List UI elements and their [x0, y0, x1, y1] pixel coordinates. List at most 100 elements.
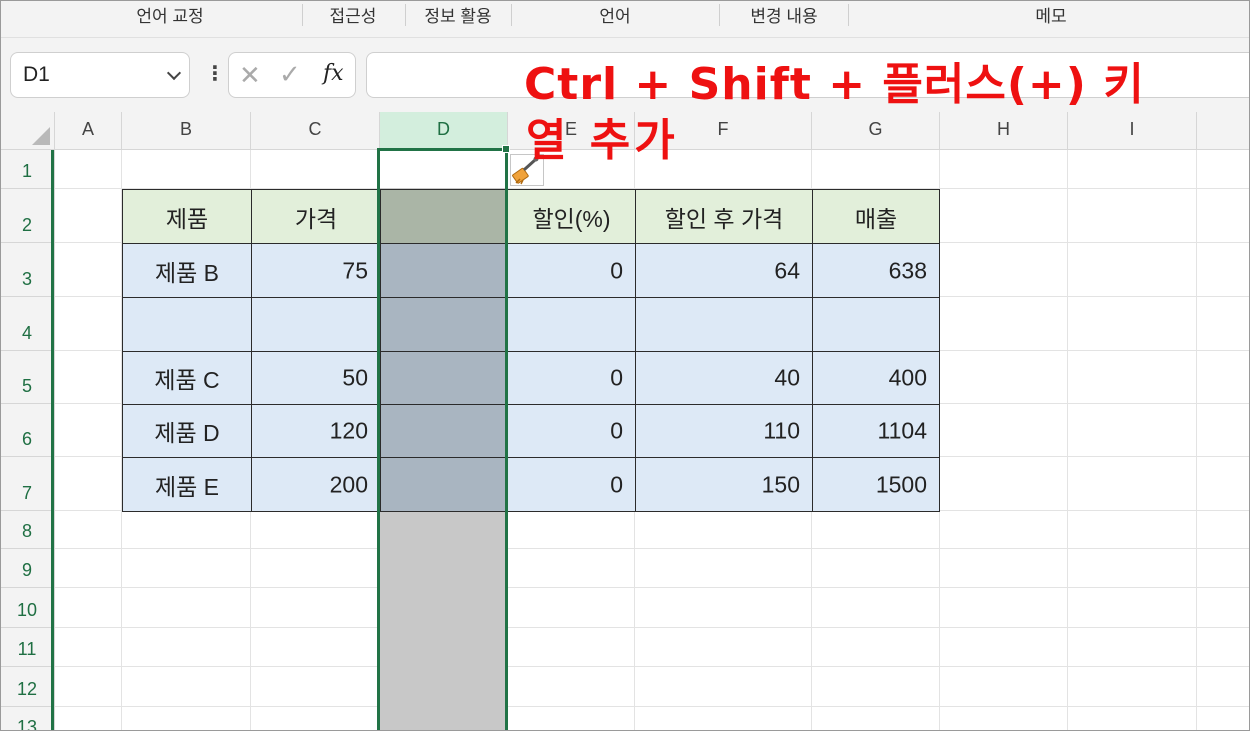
- cell-text: 할인 후 가격: [664, 205, 784, 232]
- column-header-h[interactable]: H: [940, 112, 1068, 150]
- table-cell[interactable]: 1104: [812, 404, 940, 458]
- cell-text: 120: [329, 417, 368, 444]
- fill-handle[interactable]: [502, 145, 510, 153]
- table-cell[interactable]: 제품 D: [122, 404, 252, 458]
- column-header-b[interactable]: B: [122, 112, 251, 150]
- insert-function-icon[interactable]: fx: [323, 61, 344, 86]
- table-cell[interactable]: 0: [507, 404, 636, 458]
- table-cell[interactable]: 40: [635, 351, 813, 405]
- row-header-label: 13: [16, 717, 38, 731]
- row-header-4[interactable]: 4: [0, 297, 55, 351]
- gridline: [55, 548, 1250, 549]
- cell-text: 할인(%): [532, 205, 611, 232]
- cell-text: 제품 B: [154, 259, 220, 286]
- table-header-cell[interactable]: 할인 후 가격: [635, 189, 813, 244]
- row-header-11[interactable]: 11: [0, 628, 55, 667]
- gridline: [1196, 150, 1197, 731]
- ribbon-group-changes: 변경 내용: [750, 7, 818, 26]
- ribbon-separator: [848, 4, 849, 26]
- table-header-cell[interactable]: 할인(%): [507, 189, 636, 244]
- row-header-1[interactable]: 1: [0, 150, 55, 189]
- annotation-add-column: 열 추가: [526, 115, 679, 166]
- row-header-9[interactable]: 9: [0, 549, 55, 588]
- table-header-cell[interactable]: 제품: [122, 189, 252, 244]
- cell-text: 0: [610, 364, 623, 391]
- enter-icon[interactable]: ✓: [279, 59, 301, 90]
- row-header-12[interactable]: 12: [0, 667, 55, 707]
- table-cell[interactable]: 400: [812, 351, 940, 405]
- table-cell[interactable]: 120: [251, 404, 381, 458]
- gridline: [1067, 150, 1068, 731]
- row-header-label: 3: [21, 269, 32, 289]
- table-cell[interactable]: 64: [635, 243, 813, 298]
- table-cell[interactable]: 1500: [812, 457, 940, 512]
- row-header-label: 1: [21, 161, 32, 181]
- column-header-d[interactable]: D: [380, 112, 508, 150]
- row-header-5[interactable]: 5: [0, 351, 55, 404]
- chevron-down-icon[interactable]: [166, 65, 182, 81]
- table-cell[interactable]: 50: [251, 351, 381, 405]
- row-header-6[interactable]: 6: [0, 404, 55, 457]
- table-header-cell[interactable]: 가격: [251, 189, 381, 244]
- ribbon-group-comments: 메모: [1035, 7, 1067, 26]
- row-header-7[interactable]: 7: [0, 457, 55, 511]
- row-header-13[interactable]: 13: [0, 707, 55, 731]
- table-cell[interactable]: 0: [507, 243, 636, 298]
- cancel-icon[interactable]: ✕: [239, 60, 261, 91]
- cell-text: 64: [774, 257, 800, 283]
- table-cell[interactable]: [812, 297, 940, 352]
- ribbon-separator: [511, 4, 512, 26]
- table-cell[interactable]: 0: [507, 351, 636, 405]
- table-cell[interactable]: 150: [635, 457, 813, 512]
- cell-text: 0: [610, 257, 623, 283]
- row-header-10[interactable]: 10: [0, 588, 55, 628]
- table-cell[interactable]: 75: [251, 243, 381, 298]
- column-header-g[interactable]: G: [812, 112, 940, 150]
- cell-text: 75: [342, 257, 368, 283]
- cell-text: 제품 D: [154, 420, 220, 446]
- table-cell[interactable]: [507, 297, 636, 352]
- name-box-value: D1: [23, 63, 50, 86]
- cell-text: 제품 E: [154, 473, 220, 500]
- gridline: [55, 666, 1250, 667]
- more-options-icon[interactable]: ⋮: [205, 64, 225, 84]
- gridline: [55, 706, 1250, 707]
- select-all-button[interactable]: [0, 112, 55, 150]
- cell-text: 제품: [165, 205, 209, 232]
- row-header-2[interactable]: 2: [0, 189, 55, 243]
- table-header-cell[interactable]: 매출: [812, 189, 940, 244]
- column-header-c[interactable]: C: [251, 112, 380, 150]
- row-selection-indicator: [51, 150, 54, 731]
- table-cell[interactable]: 제품 E: [122, 457, 252, 512]
- row-header-label: 11: [17, 639, 37, 659]
- column-header-i[interactable]: I: [1068, 112, 1197, 150]
- select-all-icon: [32, 127, 50, 145]
- table-cell[interactable]: 0: [507, 457, 636, 512]
- ribbon-separator: [302, 4, 303, 26]
- row-header-3[interactable]: 3: [0, 243, 55, 297]
- table-cell[interactable]: [635, 297, 813, 352]
- row-header-8[interactable]: 8: [0, 511, 55, 549]
- ribbon-group-proofing: 언어 교정: [136, 7, 204, 26]
- name-box[interactable]: D1: [10, 52, 190, 98]
- cell-text: 0: [610, 471, 623, 497]
- table-cell[interactable]: 110: [635, 404, 813, 458]
- gridline: [55, 627, 1250, 628]
- table-cell[interactable]: 제품 C: [122, 351, 252, 405]
- column-selection-border: [377, 148, 508, 731]
- cell-text: 200: [329, 471, 368, 497]
- table-cell[interactable]: 200: [251, 457, 381, 512]
- row-header-label: 9: [21, 560, 32, 580]
- table-cell[interactable]: [251, 297, 381, 352]
- cell-text: 1500: [875, 471, 927, 497]
- column-header-a[interactable]: A: [55, 112, 122, 150]
- ribbon-group-language: 언어: [599, 7, 631, 26]
- row-header-label: 4: [21, 323, 32, 343]
- table-cell[interactable]: 제품 B: [122, 243, 252, 298]
- column-header-next[interactable]: [1197, 112, 1250, 150]
- cell-text: 매출: [854, 205, 898, 232]
- annotation-shortcut: Ctrl + Shift + 플러스(+) 키: [524, 59, 1145, 110]
- table-cell[interactable]: [122, 297, 252, 352]
- row-header-label: 2: [21, 215, 32, 235]
- table-cell[interactable]: 638: [812, 243, 940, 298]
